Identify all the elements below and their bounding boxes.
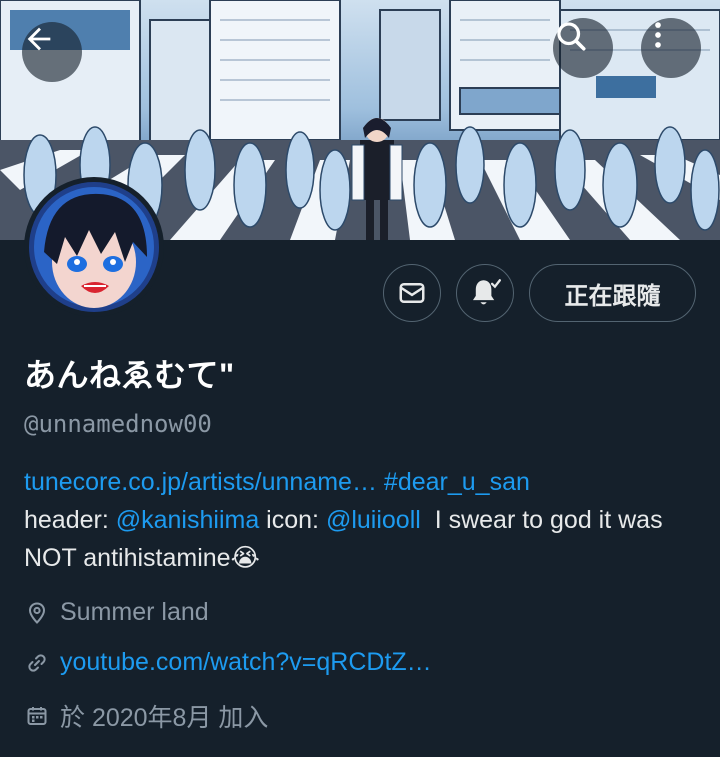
search-icon: [557, 22, 586, 51]
more-vertical-icon: [655, 22, 661, 48]
bio-icon-mention[interactable]: @luiiooll: [326, 506, 421, 534]
profile-bio: tunecore.co.jp/artists/unname… #dear_u_s…: [24, 463, 704, 577]
website-link[interactable]: youtube.com/watch?v=qRCDtZ…: [60, 648, 432, 677]
bell-check-icon: [472, 279, 502, 305]
avatar-image: [29, 182, 159, 312]
more-options-button[interactable]: [641, 18, 701, 78]
joined-row: 於 2020年8月 加入: [24, 698, 268, 734]
message-button[interactable]: [383, 264, 441, 322]
location-row: Summer land: [24, 598, 209, 627]
back-button[interactable]: [22, 22, 82, 82]
display-name: あんねゑむて": [24, 357, 235, 393]
website-row: youtube.com/watch?v=qRCDtZ…: [24, 648, 432, 677]
location-text: Summer land: [60, 598, 209, 626]
link-icon: [24, 650, 50, 676]
mail-icon: [399, 283, 425, 303]
calendar-icon: [24, 703, 50, 729]
arrow-left-icon: [27, 27, 51, 51]
bio-icon-prefix: icon:: [259, 506, 326, 534]
profile-avatar[interactable]: [24, 177, 164, 317]
bio-hashtag[interactable]: #dear_u_san: [384, 468, 530, 496]
notifications-button[interactable]: [456, 264, 514, 322]
joined-text: 於 2020年8月 加入: [60, 704, 269, 732]
user-handle: @unnamednow00: [24, 410, 212, 438]
following-button[interactable]: 正在跟隨: [529, 264, 696, 322]
following-button-label: 正在跟隨: [564, 282, 661, 310]
bio-link[interactable]: tunecore.co.jp/artists/unname…: [24, 468, 377, 496]
bio-header-mention[interactable]: @kanishiima: [116, 506, 259, 534]
location-pin-icon: [24, 600, 50, 626]
search-button[interactable]: [553, 18, 613, 78]
bio-header-prefix: header:: [24, 506, 116, 534]
